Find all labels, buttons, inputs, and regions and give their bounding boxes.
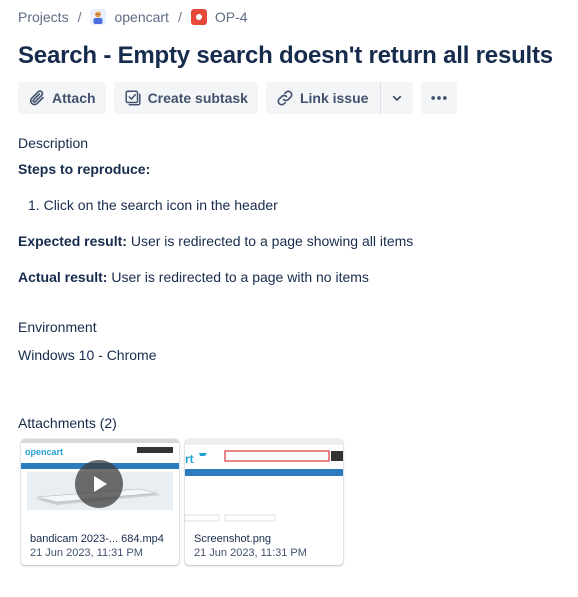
issue-key: OP-4 xyxy=(214,9,248,25)
attachment-date: 21 Jun 2023, 11:31 PM xyxy=(194,547,307,559)
expected-result-text: User is redirected to a page showing all… xyxy=(126,233,414,249)
actual-result: Actual result: User is redirected to a p… xyxy=(18,269,369,285)
play-icon[interactable] xyxy=(75,460,123,508)
attachment-card-image[interactable]: rt Screenshot.png 21 Jun 2023, 11:31 PM xyxy=(185,439,343,565)
more-actions-button[interactable] xyxy=(421,82,458,114)
attachment-date: 21 Jun 2023, 11:31 PM xyxy=(30,547,143,559)
attachments-list: opencart bandicam 2023-... 684.mp4 21 Ju… xyxy=(21,439,349,565)
breadcrumb-separator: / xyxy=(177,9,182,25)
video-thumbnail: opencart xyxy=(21,439,179,527)
breadcrumb-project[interactable]: opencart xyxy=(90,9,169,25)
link-issue-group: Link issue xyxy=(265,82,414,114)
environment-label: Environment xyxy=(18,319,97,335)
subtask-icon xyxy=(125,90,141,106)
screenshot-preview-image: rt xyxy=(185,439,343,527)
link-icon xyxy=(277,90,293,106)
image-thumbnail: rt xyxy=(185,439,343,527)
bug-icon xyxy=(190,9,207,25)
attachment-name: bandicam 2023-... 684.mp4 xyxy=(30,533,164,545)
step-number: 1. xyxy=(28,197,40,213)
breadcrumb: Projects / opencart / OP-4 xyxy=(18,7,248,27)
attach-button[interactable]: Attach xyxy=(18,82,106,114)
svg-text:opencart: opencart xyxy=(25,447,63,457)
link-issue-label: Link issue xyxy=(299,90,369,106)
attachment-name: Screenshot.png xyxy=(194,533,272,545)
project-avatar-icon xyxy=(90,9,107,25)
more-horizontal-icon xyxy=(431,96,448,100)
issue-toolbar: Attach Create subtask Link issue xyxy=(18,82,465,114)
breadcrumb-issue[interactable]: OP-4 xyxy=(190,9,248,25)
attachments-label: Attachments (2) xyxy=(18,415,117,431)
description-editor[interactable]: Steps to reproduce: xyxy=(18,161,150,177)
attach-label: Attach xyxy=(52,90,96,106)
paperclip-icon xyxy=(29,90,44,106)
steps-heading: Steps to reproduce: xyxy=(18,161,151,177)
attachment-card-video[interactable]: opencart bandicam 2023-... 684.mp4 21 Ju… xyxy=(21,439,179,565)
expected-result-label: Expected result: xyxy=(18,233,127,249)
description-label: Description xyxy=(18,135,89,151)
breadcrumb-separator: / xyxy=(77,9,82,25)
issue-title[interactable]: Search - Empty search doesn't return all… xyxy=(18,42,553,70)
breadcrumb-project-label: opencart xyxy=(114,9,169,25)
environment-value[interactable]: Windows 10 - Chrome xyxy=(18,347,157,363)
svg-text:rt: rt xyxy=(185,452,194,466)
list-item: 1. Click on the search icon in the heade… xyxy=(28,197,278,213)
expected-result: Expected result: User is redirected to a… xyxy=(18,233,413,249)
actual-result-text: User is redirected to a page with no ite… xyxy=(107,269,369,285)
link-issue-dropdown-button[interactable] xyxy=(380,82,414,114)
actual-result-label: Actual result: xyxy=(18,269,108,285)
create-subtask-button[interactable]: Create subtask xyxy=(113,82,258,114)
link-issue-button[interactable]: Link issue xyxy=(265,82,381,114)
step-text: Click on the search icon in the header xyxy=(43,197,278,213)
chevron-down-icon xyxy=(393,95,402,101)
breadcrumb-projects[interactable]: Projects xyxy=(18,9,69,25)
create-subtask-label: Create subtask xyxy=(147,90,248,106)
